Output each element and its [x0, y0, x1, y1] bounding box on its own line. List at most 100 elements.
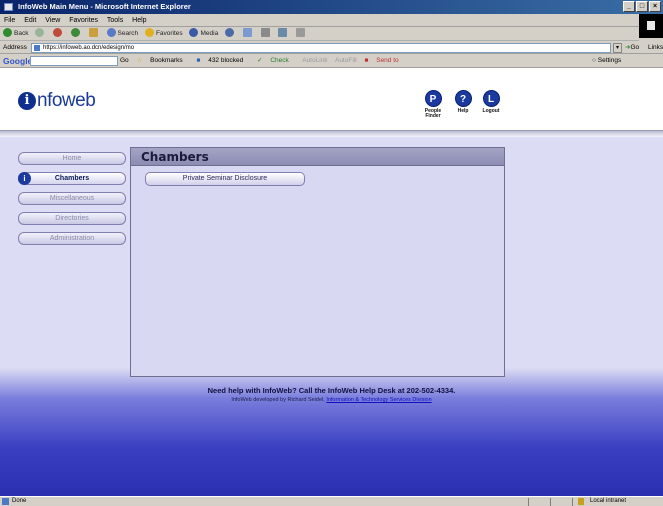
forward-button[interactable]	[35, 28, 46, 37]
discuss-icon	[296, 28, 306, 37]
ie-app-icon	[4, 3, 13, 11]
address-dropdown-button[interactable]: ▾	[613, 43, 622, 53]
menu-help[interactable]: Help	[132, 17, 146, 24]
google-toolbar: Google G- Go ☆ Bookmarks ■ 432 blocked ✓…	[0, 54, 663, 68]
info-i-icon: i	[18, 92, 36, 110]
windows-logo-icon	[639, 14, 663, 38]
menu-favorites[interactable]: Favorites	[69, 17, 98, 24]
status-separator	[528, 498, 529, 506]
menu-edit[interactable]: Edit	[24, 17, 36, 24]
favorites-label: Favorites	[155, 30, 183, 37]
developer-credit-text: InfoWeb developed by Richard Seidel,	[231, 397, 325, 403]
autofill-button[interactable]: AutoFill	[335, 57, 357, 64]
spell-check-button[interactable]: ✓ Check	[257, 57, 295, 64]
go-label: Go	[630, 44, 640, 51]
logo-text: nfoweb	[37, 90, 96, 111]
bookmarks-label: Bookmarks	[150, 57, 183, 64]
mail-button[interactable]	[242, 28, 254, 37]
window-controls: _ □ ×	[623, 1, 661, 12]
address-bar: Address https://infoweb.ao.dcn/edesign/m…	[0, 41, 663, 54]
menu-view[interactable]: View	[45, 17, 60, 24]
stop-icon	[53, 28, 63, 37]
google-settings-button[interactable]: ○ Settings	[592, 54, 621, 68]
address-label: Address	[3, 44, 27, 51]
edit-icon	[278, 28, 288, 37]
help-link[interactable]: ? Help	[450, 90, 476, 114]
standard-toolbar: Back Search Favorites Media	[0, 27, 639, 41]
popup-blocker-icon: ■	[196, 57, 201, 64]
help-icon: ?	[454, 90, 472, 107]
security-zone: Local intranet	[590, 498, 627, 504]
address-url: https://infoweb.ao.dcn/edesign/mo	[43, 45, 135, 51]
refresh-icon	[70, 28, 80, 37]
menu-tools[interactable]: Tools	[107, 17, 123, 24]
google-go-button[interactable]: Go	[120, 57, 129, 64]
its-division-link[interactable]: Information & Technology Services Divisi…	[326, 397, 431, 403]
back-label: Back	[14, 30, 29, 37]
media-label: Media	[200, 30, 219, 37]
favorites-button[interactable]: Favorites	[144, 28, 183, 37]
panel-title: Chambers	[141, 150, 209, 164]
print-icon	[260, 28, 270, 37]
people-finder-label: People Finder	[424, 108, 442, 119]
settings-icon: ○	[592, 57, 596, 64]
status-bar: Done Local intranet	[0, 496, 663, 506]
developer-credit: InfoWeb developed by Richard Seidel, Inf…	[0, 397, 663, 403]
infoweb-logo[interactable]: i nfoweb	[18, 90, 96, 112]
home-button[interactable]	[88, 28, 100, 37]
side-menu: Home i Chambers Miscellaneous Directorie…	[18, 152, 126, 252]
check-label: Check	[270, 57, 289, 64]
people-finder-icon: P	[424, 90, 442, 107]
page-content: i nfoweb P People Finder ? Help L Logout…	[0, 68, 663, 496]
google-search-input[interactable]	[30, 56, 118, 66]
send-to-icon: ■	[364, 57, 369, 64]
help-label: Help	[457, 108, 469, 114]
main-panel: Chambers Private Seminar Disclosure	[130, 147, 505, 377]
check-icon: ✓	[257, 57, 263, 64]
help-desk-message: Need help with InfoWeb? Call the InfoWeb…	[207, 386, 456, 395]
side-menu-home[interactable]: Home	[18, 152, 126, 165]
search-label: Search	[117, 30, 139, 37]
window-title: InfoWeb Main Menu - Microsoft Internet E…	[18, 2, 191, 11]
menu-file[interactable]: File	[4, 17, 15, 24]
google-bookmarks-button[interactable]: ☆ Bookmarks	[136, 57, 188, 64]
page-icon	[34, 45, 40, 51]
media-button[interactable]: Media	[189, 28, 219, 37]
send-to-button[interactable]: ■ Send to	[364, 57, 404, 64]
address-input[interactable]: https://infoweb.ao.dcn/edesign/mo	[31, 43, 611, 53]
people-finder-link[interactable]: P People Finder	[420, 90, 446, 119]
logout-icon: L	[482, 90, 500, 107]
popup-blocked-button[interactable]: ■ 432 blocked	[196, 57, 249, 64]
back-button[interactable]: Back	[3, 28, 29, 37]
info-active-icon: i	[18, 172, 31, 185]
discuss-button[interactable]	[296, 28, 307, 37]
history-button[interactable]	[225, 28, 236, 37]
settings-label: Settings	[597, 57, 622, 64]
page-done-icon	[2, 498, 9, 505]
side-menu-directories[interactable]: Directories	[18, 212, 126, 225]
side-menu-chambers[interactable]: i Chambers	[18, 172, 126, 185]
edit-button[interactable]	[278, 28, 289, 37]
print-button[interactable]	[260, 28, 272, 37]
minimize-button[interactable]: _	[623, 1, 635, 12]
panel-header: Chambers	[131, 148, 504, 166]
search-button[interactable]: Search	[106, 28, 139, 37]
links-button[interactable]: Links	[648, 41, 663, 54]
status-separator	[572, 498, 573, 506]
maximize-button[interactable]: □	[636, 1, 648, 12]
side-menu-administration[interactable]: Administration	[18, 232, 126, 245]
private-seminar-disclosure-button[interactable]: Private Seminar Disclosure	[145, 172, 305, 186]
autolink-button[interactable]: AutoLink	[302, 57, 327, 64]
stop-button[interactable]	[53, 28, 64, 37]
close-button[interactable]: ×	[649, 1, 661, 12]
logout-link[interactable]: L Logout	[478, 90, 504, 114]
refresh-button[interactable]	[70, 28, 82, 37]
header-divider	[0, 130, 663, 137]
forward-arrow-icon	[35, 28, 45, 37]
go-button[interactable]: ➜Go	[625, 41, 639, 54]
mail-icon	[242, 28, 252, 37]
lock-icon	[578, 498, 584, 505]
side-menu-miscellaneous[interactable]: Miscellaneous	[18, 192, 126, 205]
window-title-bar[interactable]: InfoWeb Main Menu - Microsoft Internet E…	[0, 0, 663, 14]
send-to-label: Send to	[376, 57, 399, 64]
